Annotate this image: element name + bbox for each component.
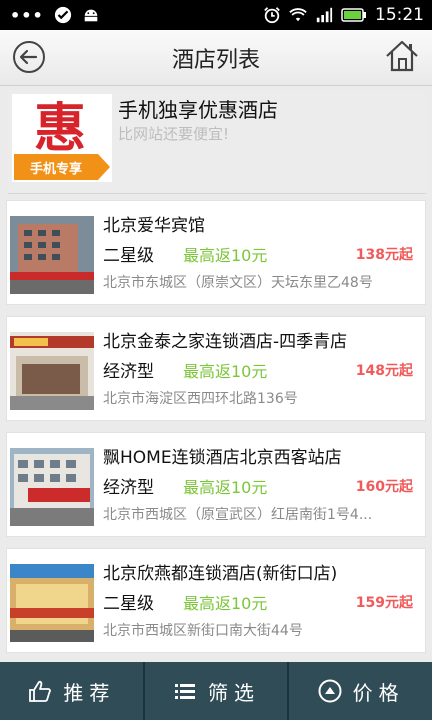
hotel-name: 北京金泰之家连锁酒店-四季青店 bbox=[103, 332, 348, 352]
svg-text:手机专享: 手机专享 bbox=[30, 161, 82, 177]
page-title: 酒店列表 bbox=[171, 48, 260, 73]
tab-label: 推荐 bbox=[63, 680, 116, 705]
battery-icon bbox=[341, 8, 366, 22]
hotel-address: 北京市西城区新街口南大街44号 bbox=[103, 623, 303, 639]
hotel-photo bbox=[10, 564, 94, 642]
hotel-list-item[interactable]: 北京金泰之家连锁酒店-四季青店 经济型 最高返10元 148元起 北京市海淀区西… bbox=[6, 316, 426, 421]
hotel-name: 飘HOME连锁酒店北京西客站店 bbox=[103, 448, 342, 468]
hotel-list-item[interactable]: 飘HOME连锁酒店北京西客站店 经济型 最高返10元 160元起 北京市西城区（… bbox=[6, 432, 426, 537]
tab-label: 价格 bbox=[352, 680, 405, 705]
hotel-list-item[interactable]: 北京爱华宾馆 二星级 最高返10元 138元起 北京市东城区（原崇文区）天坛东里… bbox=[6, 200, 426, 305]
check-circle-icon bbox=[54, 6, 71, 24]
hotel-address: 北京市海淀区西四环北路136号 bbox=[103, 391, 298, 407]
hotel-name: 北京爱华宾馆 bbox=[103, 216, 205, 236]
android-icon bbox=[84, 9, 97, 22]
wifi-icon bbox=[289, 8, 307, 22]
alarm-icon bbox=[264, 7, 280, 24]
hotel-rebate: 最高返10元 bbox=[183, 594, 268, 613]
bottom-tab-bar: 推荐 筛选 价格 bbox=[0, 662, 432, 720]
hotel-photo bbox=[10, 448, 94, 526]
thumbs-up-icon bbox=[29, 680, 52, 702]
hotel-address: 北京市东城区（原崇文区）天坛东里乙48号 bbox=[103, 275, 373, 291]
more-notifications-icon: ••• bbox=[10, 5, 44, 25]
hotel-rebate: 最高返10元 bbox=[183, 478, 268, 497]
promo-title: 手机独享优惠酒店 bbox=[118, 98, 278, 122]
hotel-address: 北京市西城区（原宣武区）红居南街1号4... bbox=[103, 507, 373, 523]
hotel-type: 经济型 bbox=[103, 362, 154, 382]
clock: 15:21 bbox=[375, 5, 424, 25]
tab-price[interactable]: 价格 bbox=[289, 662, 432, 720]
tab-recommend[interactable]: 推荐 bbox=[0, 662, 145, 720]
tab-filter[interactable]: 筛选 bbox=[145, 662, 290, 720]
tab-label: 筛选 bbox=[208, 680, 260, 705]
hotel-list-item[interactable]: 北京欣燕都连锁酒店(新街口店) 二星级 最高返10元 159元起 北京市西城区新… bbox=[6, 548, 426, 653]
promo-banner[interactable]: 惠 手机专享 手机独享优惠酒店 比网站还要便宜! bbox=[8, 90, 426, 194]
up-arrow-circle-icon bbox=[318, 679, 342, 703]
list-icon bbox=[175, 684, 195, 699]
promo-subtitle: 比网站还要便宜! bbox=[118, 125, 230, 143]
hotel-rebate: 最高返10元 bbox=[183, 246, 268, 265]
hotel-photo bbox=[10, 216, 94, 294]
signal-icon bbox=[316, 7, 333, 23]
hotel-name: 北京欣燕都连锁酒店(新街口店) bbox=[103, 564, 338, 584]
home-icon[interactable] bbox=[384, 38, 420, 74]
hotel-price: 159元起 bbox=[355, 595, 413, 611]
hotel-price: 148元起 bbox=[355, 363, 413, 379]
hotel-type: 二星级 bbox=[103, 594, 154, 614]
nav-bar: 酒店列表 bbox=[0, 30, 432, 86]
hotel-rebate: 最高返10元 bbox=[183, 362, 268, 381]
hotel-photo bbox=[10, 332, 94, 410]
status-bar: ••• 15:21 bbox=[0, 0, 432, 30]
hotel-price: 138元起 bbox=[355, 247, 413, 263]
hotel-price: 160元起 bbox=[355, 479, 413, 495]
mobile-discount-logo: 惠 手机专享 bbox=[12, 94, 112, 182]
hotel-type: 二星级 bbox=[103, 246, 154, 266]
hotel-type: 经济型 bbox=[103, 478, 154, 498]
svg-text:惠: 惠 bbox=[34, 98, 86, 159]
